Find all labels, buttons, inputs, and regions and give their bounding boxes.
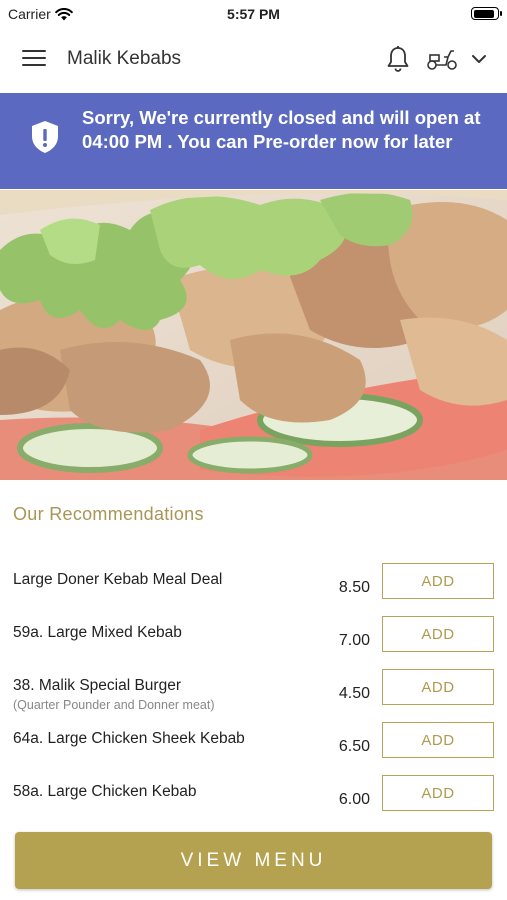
item-price: 4.50 — [338, 685, 370, 702]
item-price: 6.50 — [338, 738, 370, 755]
item-price: 7.00 — [338, 632, 370, 649]
battery-icon — [471, 7, 502, 20]
item-price: 8.50 — [338, 579, 370, 596]
scooter-icon[interactable] — [426, 46, 458, 72]
add-button[interactable]: ADD — [382, 563, 494, 599]
add-button[interactable]: ADD — [382, 775, 494, 811]
app-title: Malik Kebabs — [67, 48, 182, 69]
closed-banner: Sorry, We're currently closed and will o… — [0, 93, 507, 189]
hero-food-image — [0, 190, 507, 480]
status-bar: Carrier 5:57 PM — [0, 0, 507, 28]
view-menu-button[interactable]: VIEW MENU — [15, 832, 492, 889]
kebab-illustration — [0, 190, 507, 480]
add-button[interactable]: ADD — [382, 669, 494, 705]
chevron-down-icon[interactable] — [470, 50, 488, 68]
add-button[interactable]: ADD — [382, 616, 494, 652]
item-name: 64a. Large Chicken Sheek Kebab — [13, 730, 245, 747]
menu-icon[interactable] — [22, 50, 46, 68]
closed-message: Sorry, We're currently closed and will o… — [82, 107, 481, 152]
item-name: 38. Malik Special Burger — [13, 677, 181, 694]
battery-level — [473, 9, 495, 18]
recommendation-item: 58a. Large Chicken Kebab 6.00 ADD — [0, 775, 507, 835]
item-price: 6.00 — [338, 791, 370, 808]
app-header: Malik Kebabs — [0, 28, 507, 92]
shield-alert-icon — [32, 121, 58, 153]
item-description: (Quarter Pounder and Donner meat) — [13, 698, 215, 712]
bell-icon[interactable] — [385, 45, 411, 73]
item-name: 59a. Large Mixed Kebab — [13, 624, 182, 641]
item-name: 58a. Large Chicken Kebab — [13, 783, 197, 800]
add-button[interactable]: ADD — [382, 722, 494, 758]
recommendations-title: Our Recommendations — [13, 504, 204, 524]
item-name: Large Doner Kebab Meal Deal — [13, 571, 223, 588]
status-time: 5:57 PM — [227, 6, 280, 22]
